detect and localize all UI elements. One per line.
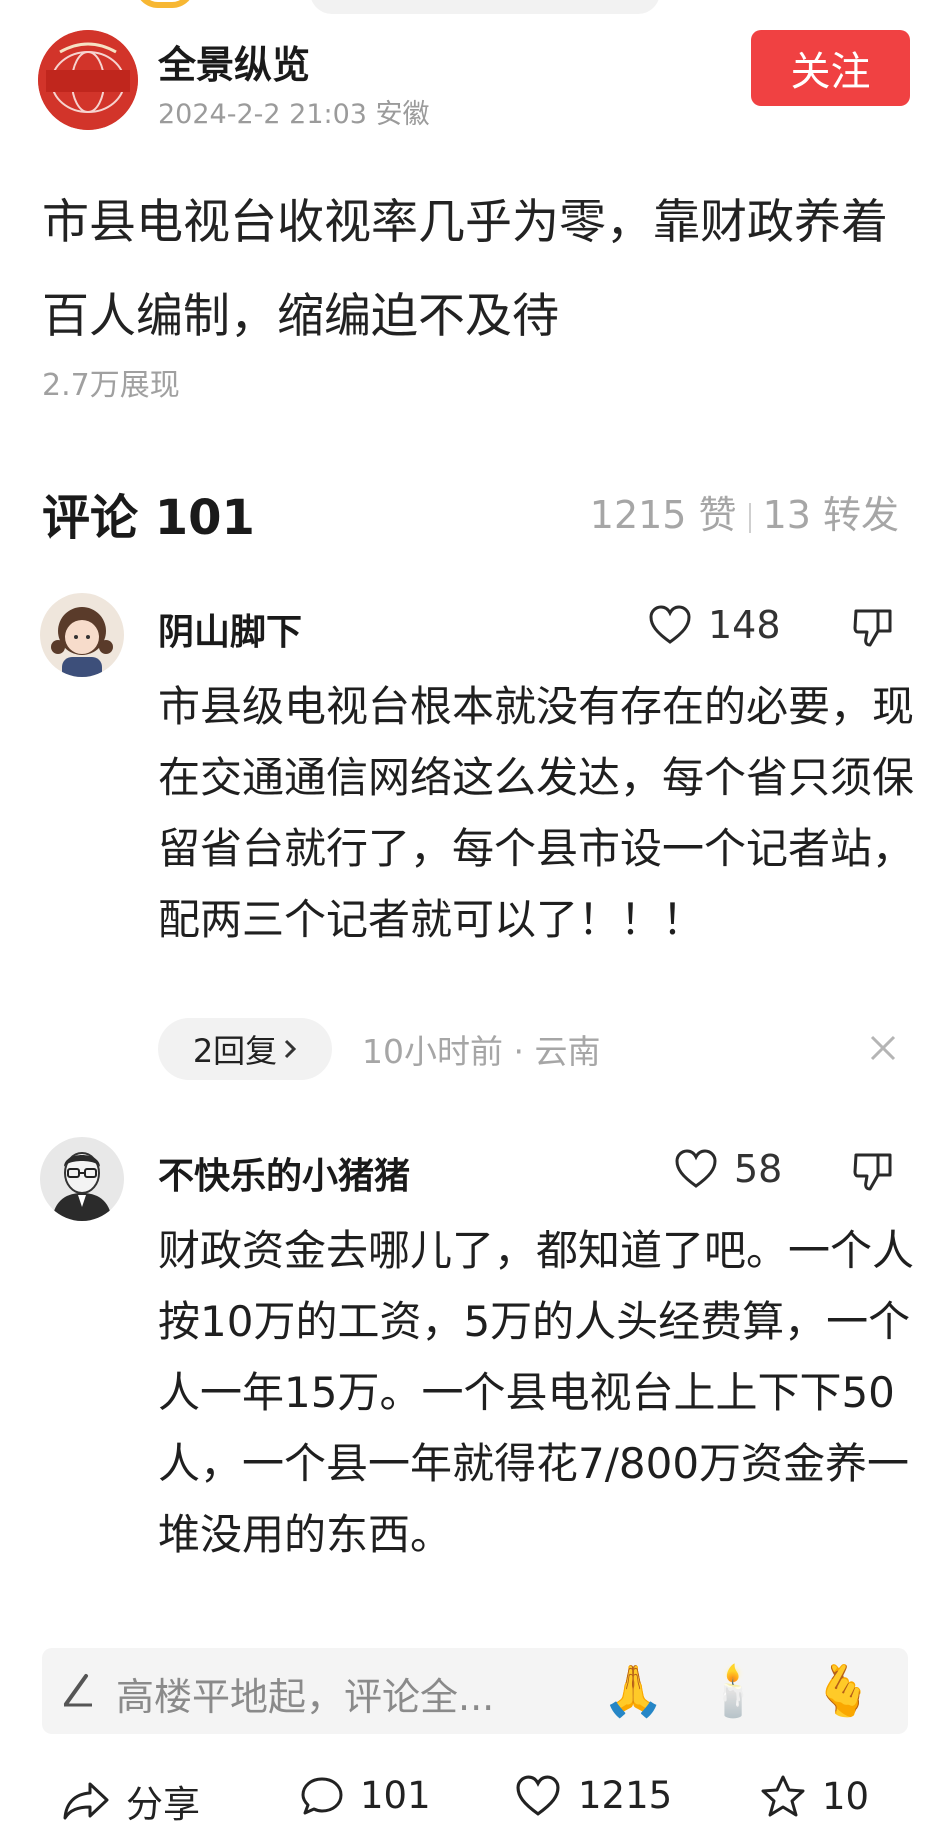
article-share-count: 13 转发 [762, 493, 899, 537]
stats-divider [748, 502, 751, 533]
share-label: 分享 [126, 1783, 200, 1826]
heart-icon [675, 1149, 717, 1188]
heart-icon [516, 1775, 560, 1816]
heart-icon [649, 605, 691, 644]
pen-icon [60, 1672, 96, 1712]
comment-text: 财政资金去哪儿了，都知道了吧。一个人按10万的工资，5万的人头经费算，一个人一年… [158, 1226, 915, 1559]
pray-emoji-button[interactable]: 🙏 [602, 1658, 664, 1724]
article-stats: 1215 赞 13 转发 [590, 484, 899, 539]
comment-like-button[interactable]: 148 [648, 603, 781, 647]
share-icon [63, 1782, 109, 1820]
favorite-button[interactable]: 10 [760, 1774, 869, 1818]
comment-text: 市县级电视台根本就没有存在的必要，现在交通通信网络这么发达，每个省只须保留省台就… [158, 682, 915, 944]
author-name[interactable]: 全景纵览 [158, 34, 310, 89]
commenter-avatar[interactable] [40, 1137, 124, 1221]
dislike-button[interactable] [852, 605, 896, 653]
comment-time-location: 10小时前 · 云南 [362, 1032, 601, 1071]
follow-button[interactable]: 关注 [751, 30, 910, 106]
publish-meta: 2024-2-2 21:03 安徽 [158, 92, 430, 131]
comments-header: 评论 101 [42, 490, 255, 546]
view-replies-button[interactable]: 2回复 [158, 1018, 332, 1080]
heart-hand-emoji-button[interactable]: 🫰 [812, 1658, 874, 1724]
publish-location: 安徽 [375, 99, 430, 130]
bottom-action-bar: 分享 101 1215 10 [0, 1760, 949, 1842]
replies-label: 2回复 [192, 1032, 278, 1070]
dislike-button[interactable] [852, 1149, 896, 1197]
girl-avatar-icon [40, 593, 124, 677]
comments-button[interactable]: 101 [300, 1774, 431, 1817]
man-avatar-icon [40, 1137, 124, 1221]
globe-logo-icon [38, 30, 138, 130]
article-title[interactable]: 市县电视台收视率几乎为零，靠财政养着百人编制，缩编迫不及待 [42, 176, 902, 364]
thumbs-down-icon [853, 1153, 892, 1191]
search-pill[interactable] [310, 0, 660, 14]
comment-input-placeholder[interactable]: 高楼平地起，评论全... [116, 1666, 494, 1721]
commenter-name[interactable]: 不快乐的小猪猪 [158, 1147, 410, 1199]
chevron-right-icon [285, 1039, 297, 1059]
partial-icon [135, 0, 195, 8]
dismiss-comment-button[interactable] [868, 1033, 898, 1067]
comment-like-count: 148 [708, 603, 781, 647]
star-icon [761, 1775, 805, 1817]
view-count: 2.7万展现 [42, 368, 180, 403]
article-like-count: 1215 赞 [589, 493, 737, 537]
comment-like-count: 58 [734, 1147, 783, 1191]
comment-like-button[interactable]: 58 [674, 1147, 782, 1191]
commenter-avatar[interactable] [40, 593, 124, 677]
commenter-name[interactable]: 阴山脚下 [158, 603, 302, 655]
comment-count: 101 [360, 1774, 431, 1817]
author-avatar[interactable] [38, 30, 138, 130]
thumbs-down-icon [853, 609, 892, 647]
favorite-count: 10 [822, 1774, 870, 1818]
candle-emoji-button[interactable]: 🕯️ [702, 1658, 764, 1724]
share-button[interactable]: 分享 [62, 1774, 200, 1828]
close-icon [870, 1035, 896, 1061]
author-header: 全景纵览 2024-2-2 21:03 安徽 关注 [38, 30, 918, 130]
like-button[interactable]: 1215 [514, 1774, 672, 1817]
comment-footer: 2回复 10小时前 · 云南 [158, 1018, 600, 1080]
comment-bubble-icon [301, 1777, 343, 1814]
top-strip [0, 0, 949, 16]
publish-date: 2024-2-2 21:03 [158, 99, 367, 130]
comment-input-bar[interactable]: 高楼平地起，评论全... 🙏 🕯️ 🫰 [42, 1648, 908, 1734]
like-count: 1215 [578, 1774, 673, 1817]
